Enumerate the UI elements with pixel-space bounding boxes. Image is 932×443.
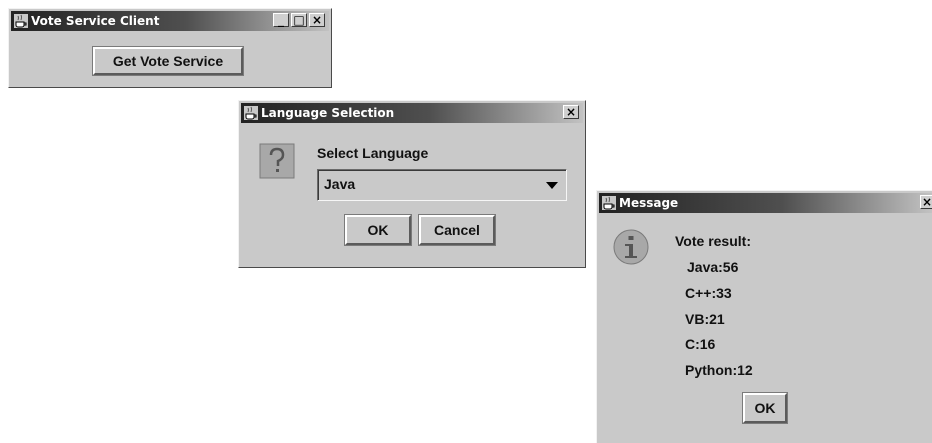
result-item: C:16 [685,336,716,352]
close-button[interactable]: × [309,13,325,27]
language-dropdown-value: Java [324,176,356,192]
message-dialog: Message × Vote result: Java:56 C++:33 VB… [596,190,932,443]
language-selection-dialog: Language Selection × Select Language Jav… [238,100,586,268]
information-icon [613,229,649,265]
result-item: C++:33 [685,285,732,301]
java-cup-icon [244,106,258,120]
result-item: VB:21 [685,311,725,327]
client-title: Vote Service Client [31,14,160,28]
message-dialog-titlebar[interactable]: Message × [599,193,932,213]
close-icon: × [565,105,577,119]
ok-button[interactable]: OK [743,393,787,423]
chevron-down-icon[interactable] [546,182,558,189]
java-cup-icon [14,14,28,28]
close-button[interactable]: × [920,195,932,209]
language-dialog-titlebar[interactable]: Language Selection × [241,103,583,123]
java-cup-icon [602,196,616,210]
vote-result-heading: Vote result: [675,233,751,249]
client-titlebar[interactable]: Vote Service Client _ □ × [11,11,329,31]
ok-button[interactable]: OK [345,215,411,245]
result-item: Java:56 [687,259,739,275]
cancel-button[interactable]: Cancel [419,215,495,245]
result-item: Python:12 [685,362,753,378]
language-dropdown[interactable]: Java [317,169,567,201]
vote-service-client-window: Vote Service Client _ □ × Get Vote Servi… [8,8,332,88]
close-icon: × [311,13,323,27]
close-button[interactable]: × [563,105,579,119]
get-vote-service-button[interactable]: Get Vote Service [93,47,243,75]
minimize-icon: _ [278,13,284,27]
message-dialog-title: Message [619,196,679,210]
close-icon: × [921,195,932,209]
maximize-button[interactable]: □ [291,13,307,27]
maximize-icon: □ [293,13,305,27]
question-icon [259,143,295,179]
minimize-button[interactable]: _ [273,13,289,27]
select-language-label: Select Language [317,145,429,161]
language-dialog-title: Language Selection [261,106,395,120]
